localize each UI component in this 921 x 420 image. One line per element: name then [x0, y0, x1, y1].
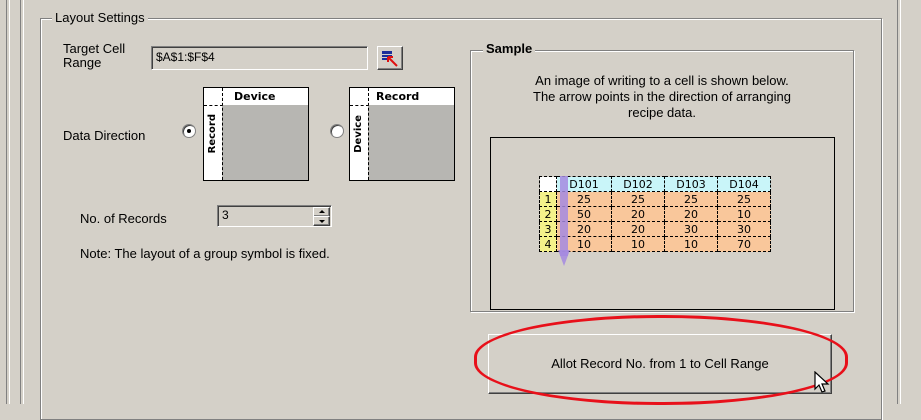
- recipe-header-row: D101 D102 D103 D104: [539, 176, 771, 192]
- target-cell-field[interactable]: $A$1:$F$4: [151, 46, 368, 70]
- target-cell-value: $A$1:$F$4: [156, 50, 215, 64]
- target-cell-label-line1: Target Cell: [63, 41, 126, 56]
- highlight-ellipse: [474, 315, 848, 405]
- header-cell: D103: [664, 176, 718, 192]
- row-number-cell: 4: [539, 236, 557, 252]
- panel-left-edge: [20, 0, 24, 404]
- sample-recipe-table: D101 D102 D103 D104 1 25 25 25 25 2 50 2…: [539, 176, 771, 252]
- preview-side-header: Record: [207, 114, 218, 154]
- data-direction-radio-device-record[interactable]: [330, 124, 344, 138]
- sample-desc-line1: An image of writing to a cell is shown b…: [535, 73, 789, 88]
- corner-cell: [539, 176, 557, 192]
- records-label: No. of Records: [80, 211, 167, 226]
- data-cell: 70: [717, 236, 771, 252]
- target-cell-label: Target Cell Range: [63, 42, 125, 70]
- data-cell: 25: [717, 191, 771, 207]
- cell-select-icon: [382, 51, 398, 67]
- row-number-cell: 2: [539, 206, 557, 222]
- data-cell: 25: [664, 191, 718, 207]
- table-row: 3 20 20 30 30: [539, 221, 771, 237]
- spinner-up-icon: [319, 210, 325, 213]
- direction-arrow-icon: [558, 176, 570, 266]
- device-record-preview: Record Device: [349, 87, 455, 181]
- layout-note: Note: The layout of a group symbol is fi…: [80, 246, 330, 261]
- data-cell: 20: [664, 206, 718, 222]
- sample-desc-line2: The arrow points in the direction of arr…: [533, 89, 791, 104]
- data-cell: 10: [717, 206, 771, 222]
- sample-title: Sample: [483, 41, 536, 56]
- table-row: 1 25 25 25 25: [539, 191, 771, 207]
- target-cell-label-line2: Range: [63, 55, 102, 70]
- data-cell: 25: [611, 191, 665, 207]
- layout-settings-title: Layout Settings: [52, 10, 148, 25]
- data-direction-radio-record-device[interactable]: [182, 124, 196, 138]
- data-cell: 30: [664, 221, 718, 237]
- preview-top-header: Device: [234, 90, 276, 103]
- data-cell: 10: [664, 236, 718, 252]
- data-cell: 10: [611, 236, 665, 252]
- header-cell: D104: [717, 176, 771, 192]
- records-value: 3: [222, 208, 229, 222]
- record-device-preview: Device Record: [203, 87, 309, 181]
- row-number-cell: 1: [539, 191, 557, 207]
- data-direction-label: Data Direction: [63, 128, 146, 143]
- data-cell: 20: [611, 221, 665, 237]
- spinner-down-button[interactable]: [313, 216, 330, 226]
- table-row: 2 50 20 20 10: [539, 206, 771, 222]
- sample-desc-line3: recipe data.: [628, 105, 696, 120]
- data-cell: 30: [717, 221, 771, 237]
- window-left-edge: [6, 0, 10, 404]
- spinner-down-icon: [319, 220, 325, 223]
- data-cell: 20: [611, 206, 665, 222]
- preview-side-header: Device: [353, 115, 364, 153]
- preview-top-header: Record: [376, 90, 420, 103]
- sample-recipe-table-wrap: D101 D102 D103 D104 1 25 25 25 25 2 50 2…: [539, 176, 771, 252]
- cell-range-picker-button[interactable]: [377, 46, 403, 70]
- header-cell: D102: [611, 176, 665, 192]
- panel-right-edge: [897, 0, 901, 404]
- sample-description: An image of writing to a cell is shown b…: [474, 73, 850, 121]
- table-row: 4 10 10 10 70: [539, 236, 771, 252]
- records-spinner[interactable]: 3: [217, 205, 332, 227]
- radio-selected-dot: [187, 129, 191, 133]
- row-number-cell: 3: [539, 221, 557, 237]
- mouse-cursor-icon: [814, 371, 830, 393]
